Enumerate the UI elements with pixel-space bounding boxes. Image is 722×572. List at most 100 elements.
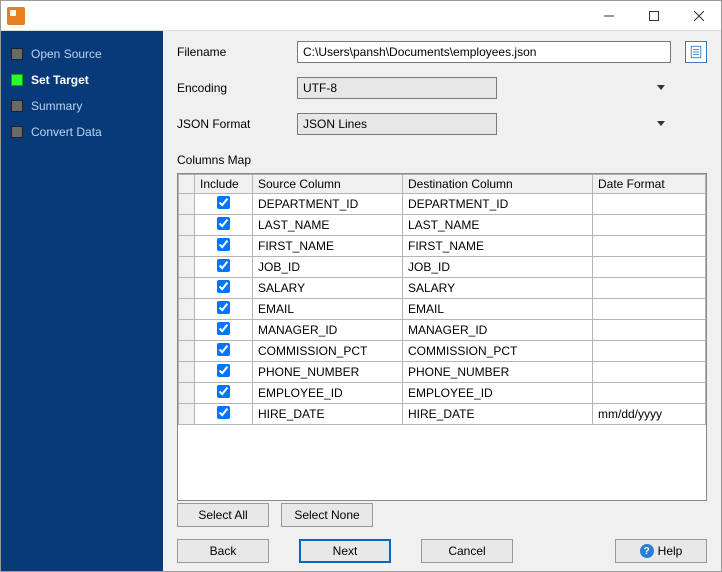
close-button[interactable] xyxy=(676,1,721,30)
table-row[interactable]: MANAGER_IDMANAGER_ID xyxy=(179,320,706,341)
destination-column-cell[interactable]: MANAGER_ID xyxy=(403,320,593,341)
table-row[interactable]: EMPLOYEE_IDEMPLOYEE_ID xyxy=(179,383,706,404)
table-row[interactable]: SALARYSALARY xyxy=(179,278,706,299)
table-row[interactable]: DEPARTMENT_IDDEPARTMENT_ID xyxy=(179,194,706,215)
destination-column-cell[interactable]: SALARY xyxy=(403,278,593,299)
col-header-destination[interactable]: Destination Column xyxy=(403,175,593,194)
row-header[interactable] xyxy=(179,215,195,236)
table-row[interactable]: PHONE_NUMBERPHONE_NUMBER xyxy=(179,362,706,383)
date-format-cell[interactable] xyxy=(593,341,706,362)
include-checkbox[interactable] xyxy=(217,385,230,398)
date-format-cell[interactable] xyxy=(593,362,706,383)
source-column-cell[interactable]: MANAGER_ID xyxy=(253,320,403,341)
include-checkbox[interactable] xyxy=(217,280,230,293)
row-header[interactable] xyxy=(179,299,195,320)
date-format-cell[interactable] xyxy=(593,215,706,236)
date-format-cell[interactable] xyxy=(593,194,706,215)
include-cell xyxy=(195,299,253,320)
step-label: Convert Data xyxy=(31,125,102,139)
wizard-step[interactable]: Open Source xyxy=(1,41,163,67)
maximize-button[interactable] xyxy=(631,1,676,30)
table-row[interactable]: EMAILEMAIL xyxy=(179,299,706,320)
include-cell xyxy=(195,194,253,215)
include-cell xyxy=(195,341,253,362)
destination-column-cell[interactable]: HIRE_DATE xyxy=(403,404,593,425)
destination-column-cell[interactable]: LAST_NAME xyxy=(403,215,593,236)
help-button[interactable]: ? Help xyxy=(615,539,707,563)
source-column-cell[interactable]: PHONE_NUMBER xyxy=(253,362,403,383)
help-icon: ? xyxy=(640,544,654,558)
destination-column-cell[interactable]: EMPLOYEE_ID xyxy=(403,383,593,404)
step-marker-icon xyxy=(11,100,23,112)
help-label: Help xyxy=(658,544,683,558)
include-checkbox[interactable] xyxy=(217,217,230,230)
date-format-cell[interactable] xyxy=(593,278,706,299)
window-controls xyxy=(586,1,721,30)
col-header-dateformat[interactable]: Date Format xyxy=(593,175,706,194)
columns-map-table-container: Include Source Column Destination Column… xyxy=(177,173,707,501)
row-header[interactable] xyxy=(179,341,195,362)
table-row[interactable]: JOB_IDJOB_ID xyxy=(179,257,706,278)
source-column-cell[interactable]: DEPARTMENT_ID xyxy=(253,194,403,215)
browse-file-button[interactable] xyxy=(685,41,707,63)
source-column-cell[interactable]: JOB_ID xyxy=(253,257,403,278)
source-column-cell[interactable]: HIRE_DATE xyxy=(253,404,403,425)
row-header[interactable] xyxy=(179,320,195,341)
back-button[interactable]: Back xyxy=(177,539,269,563)
date-format-cell[interactable]: mm/dd/yyyy xyxy=(593,404,706,425)
filename-input[interactable] xyxy=(297,41,671,63)
source-column-cell[interactable]: FIRST_NAME xyxy=(253,236,403,257)
row-header[interactable] xyxy=(179,257,195,278)
include-checkbox[interactable] xyxy=(217,364,230,377)
col-header-source[interactable]: Source Column xyxy=(253,175,403,194)
row-header[interactable] xyxy=(179,194,195,215)
filename-label: Filename xyxy=(177,45,287,59)
col-header-include[interactable]: Include xyxy=(195,175,253,194)
destination-column-cell[interactable]: COMMISSION_PCT xyxy=(403,341,593,362)
source-column-cell[interactable]: EMPLOYEE_ID xyxy=(253,383,403,404)
app-icon xyxy=(7,7,25,25)
destination-column-cell[interactable]: PHONE_NUMBER xyxy=(403,362,593,383)
include-checkbox[interactable] xyxy=(217,259,230,272)
next-button[interactable]: Next xyxy=(299,539,391,563)
include-checkbox[interactable] xyxy=(217,301,230,314)
destination-column-cell[interactable]: DEPARTMENT_ID xyxy=(403,194,593,215)
wizard-step[interactable]: Set Target xyxy=(1,67,163,93)
select-none-button[interactable]: Select None xyxy=(281,503,373,527)
wizard-step[interactable]: Summary xyxy=(1,93,163,119)
select-all-button[interactable]: Select All xyxy=(177,503,269,527)
include-checkbox[interactable] xyxy=(217,322,230,335)
source-column-cell[interactable]: SALARY xyxy=(253,278,403,299)
date-format-cell[interactable] xyxy=(593,257,706,278)
include-checkbox[interactable] xyxy=(217,196,230,209)
table-row[interactable]: HIRE_DATEHIRE_DATEmm/dd/yyyy xyxy=(179,404,706,425)
include-checkbox[interactable] xyxy=(217,406,230,419)
date-format-cell[interactable] xyxy=(593,383,706,404)
encoding-select[interactable] xyxy=(297,77,497,99)
date-format-cell[interactable] xyxy=(593,236,706,257)
source-column-cell[interactable]: EMAIL xyxy=(253,299,403,320)
include-cell xyxy=(195,236,253,257)
row-header[interactable] xyxy=(179,236,195,257)
table-row[interactable]: FIRST_NAMEFIRST_NAME xyxy=(179,236,706,257)
date-format-cell[interactable] xyxy=(593,320,706,341)
wizard-step[interactable]: Convert Data xyxy=(1,119,163,145)
include-checkbox[interactable] xyxy=(217,238,230,251)
destination-column-cell[interactable]: EMAIL xyxy=(403,299,593,320)
row-header[interactable] xyxy=(179,383,195,404)
source-column-cell[interactable]: LAST_NAME xyxy=(253,215,403,236)
destination-column-cell[interactable]: JOB_ID xyxy=(403,257,593,278)
destination-column-cell[interactable]: FIRST_NAME xyxy=(403,236,593,257)
source-column-cell[interactable]: COMMISSION_PCT xyxy=(253,341,403,362)
include-cell xyxy=(195,257,253,278)
date-format-cell[interactable] xyxy=(593,299,706,320)
row-header[interactable] xyxy=(179,404,195,425)
table-row[interactable]: LAST_NAMELAST_NAME xyxy=(179,215,706,236)
table-row[interactable]: COMMISSION_PCTCOMMISSION_PCT xyxy=(179,341,706,362)
jsonformat-select[interactable] xyxy=(297,113,497,135)
include-checkbox[interactable] xyxy=(217,343,230,356)
row-header[interactable] xyxy=(179,362,195,383)
row-header[interactable] xyxy=(179,278,195,299)
minimize-button[interactable] xyxy=(586,1,631,30)
cancel-button[interactable]: Cancel xyxy=(421,539,513,563)
